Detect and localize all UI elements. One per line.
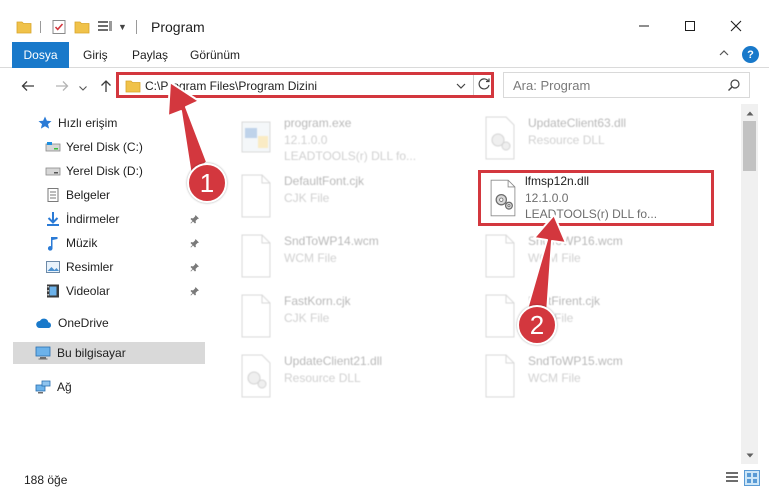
scrollbar-thumb[interactable] bbox=[743, 121, 756, 171]
status-bar: 188 öğe bbox=[0, 464, 769, 501]
arrow-right-icon bbox=[56, 81, 69, 91]
title-bar: ▼ Program bbox=[0, 0, 769, 42]
nav-item-drive-d[interactable]: Yerel Disk (D:) bbox=[0, 160, 206, 182]
nav-item-videos[interactable]: Videolar bbox=[0, 280, 206, 302]
help-button[interactable]: ? bbox=[742, 46, 759, 63]
tab-share[interactable]: Paylaş bbox=[132, 48, 168, 62]
close-button[interactable] bbox=[713, 12, 759, 40]
nav-item-downloads[interactable]: İndirmeler bbox=[0, 208, 206, 230]
file-item[interactable]: SndToWP14.wcm WCM File bbox=[236, 230, 476, 286]
file-item[interactable]: SndToWP15.wcm WCM File bbox=[480, 350, 720, 406]
nav-item-this-pc[interactable]: Bu bilgisayar bbox=[13, 342, 205, 364]
step-2-callout: 2 bbox=[517, 305, 557, 345]
maximize-icon bbox=[685, 21, 695, 31]
dll-gear-icon bbox=[480, 114, 520, 162]
tab-home[interactable]: Giriş bbox=[83, 48, 108, 62]
nav-item-network[interactable]: Ağ bbox=[0, 376, 206, 398]
chevron-up-icon bbox=[746, 111, 753, 115]
blank-file-icon bbox=[480, 292, 520, 340]
pin-icon[interactable] bbox=[190, 285, 200, 299]
music-icon bbox=[45, 235, 61, 251]
address-path[interactable]: C:\Program Files\Program Dizini bbox=[145, 79, 317, 93]
pin-icon[interactable] bbox=[190, 213, 200, 227]
downloads-icon bbox=[45, 211, 61, 227]
folder-icon bbox=[125, 79, 141, 96]
back-button[interactable] bbox=[18, 76, 38, 96]
search-input[interactable]: Ara: Program bbox=[513, 78, 590, 93]
expand-ribbon-icon[interactable] bbox=[718, 47, 730, 62]
properties-icon[interactable] bbox=[51, 19, 67, 35]
blank-file-icon bbox=[236, 172, 276, 220]
item-count: 188 öğe bbox=[24, 473, 68, 487]
tiles-view-icon[interactable] bbox=[744, 470, 760, 489]
customize-toolbar-icon[interactable] bbox=[97, 19, 113, 35]
divider bbox=[40, 21, 41, 33]
up-button[interactable] bbox=[96, 76, 116, 96]
file-item[interactable]: UpdateClient21.dll Resource DLL bbox=[236, 350, 476, 406]
details-view-icon[interactable] bbox=[725, 470, 739, 487]
chevron-down-icon bbox=[746, 453, 753, 457]
pictures-icon bbox=[45, 259, 61, 275]
recent-locations-button[interactable] bbox=[78, 78, 88, 98]
minimize-button[interactable] bbox=[621, 12, 667, 40]
maximize-button[interactable] bbox=[667, 12, 713, 40]
computer-icon bbox=[35, 345, 51, 361]
drive-d-icon bbox=[45, 163, 61, 179]
file-item[interactable]: SndToWP16.wcm WCM File bbox=[480, 230, 720, 286]
pin-icon[interactable] bbox=[190, 237, 200, 251]
ribbon: Dosya Giriş Paylaş Görünüm ? bbox=[0, 42, 769, 68]
divider bbox=[473, 75, 474, 95]
file-item[interactable]: DefaultFont.cjk CJK File bbox=[236, 170, 476, 226]
nav-item-drive-c[interactable]: Yerel Disk (C:) bbox=[0, 136, 206, 158]
arrow-left-icon bbox=[21, 81, 34, 91]
close-icon bbox=[730, 20, 742, 32]
blank-file-icon bbox=[480, 232, 520, 280]
forward-button[interactable] bbox=[52, 76, 72, 96]
pin-icon[interactable] bbox=[190, 261, 200, 275]
chevron-down-icon[interactable] bbox=[455, 80, 467, 95]
nav-item-pictures[interactable]: Resimler bbox=[0, 256, 206, 278]
refresh-icon[interactable] bbox=[477, 77, 491, 94]
blank-file-icon bbox=[236, 232, 276, 280]
search-icon[interactable] bbox=[727, 78, 741, 95]
new-folder-icon[interactable] bbox=[74, 19, 90, 35]
file-list[interactable]: program.exe 12.1.0.0 LEADTOOLS(r) DLL fo… bbox=[208, 104, 741, 464]
exe-icon bbox=[236, 114, 276, 162]
nav-item-documents[interactable]: Belgeler bbox=[0, 184, 206, 206]
nav-item-quick-access[interactable]: Hızlı erişim bbox=[0, 112, 206, 134]
nav-item-music[interactable]: Müzik bbox=[0, 232, 206, 254]
file-item-highlighted[interactable]: lfmsp12n.dll 12.1.0.0 LEADTOOLS(r) DLL f… bbox=[478, 170, 714, 226]
chevron-down-icon[interactable]: ▼ bbox=[118, 22, 127, 32]
file-item[interactable]: program.exe 12.1.0.0 LEADTOOLS(r) DLL fo… bbox=[236, 112, 476, 168]
window-title: Program bbox=[151, 19, 205, 35]
cloud-icon bbox=[35, 315, 51, 331]
star-icon bbox=[37, 115, 53, 131]
scroll-up-button[interactable] bbox=[741, 104, 758, 121]
blank-file-icon bbox=[480, 352, 520, 400]
scroll-down-button[interactable] bbox=[741, 447, 758, 464]
vertical-scrollbar[interactable] bbox=[741, 104, 758, 464]
blank-file-icon bbox=[236, 292, 276, 340]
nav-item-onedrive[interactable]: OneDrive bbox=[0, 312, 206, 334]
file-item[interactable]: FastFirent.cjk CJK File bbox=[480, 290, 720, 346]
network-icon bbox=[35, 379, 51, 395]
tab-file[interactable]: Dosya bbox=[12, 42, 69, 68]
file-item[interactable]: UpdateClient63.dll Resource DLL bbox=[480, 112, 720, 168]
dll-gear-icon bbox=[236, 352, 276, 400]
folder-icon[interactable] bbox=[16, 19, 32, 35]
tab-view[interactable]: Görünüm bbox=[190, 48, 240, 62]
arrow-up-icon bbox=[101, 80, 111, 92]
file-item[interactable]: FastKorn.cjk CJK File bbox=[236, 290, 476, 346]
documents-icon bbox=[45, 187, 61, 203]
videos-icon bbox=[45, 283, 61, 299]
chevron-down-icon bbox=[79, 86, 87, 91]
dll-gear-icon bbox=[486, 176, 526, 224]
search-box[interactable]: Ara: Program bbox=[503, 72, 750, 98]
step-1-callout: 1 bbox=[187, 163, 227, 203]
drive-c-icon bbox=[45, 139, 61, 155]
minimize-icon bbox=[639, 25, 649, 27]
address-bar[interactable]: C:\Program Files\Program Dizini bbox=[116, 72, 494, 98]
navigation-pane: Hızlı erişim Yerel Disk (C:) Yerel Disk … bbox=[0, 104, 208, 464]
divider bbox=[136, 20, 137, 34]
